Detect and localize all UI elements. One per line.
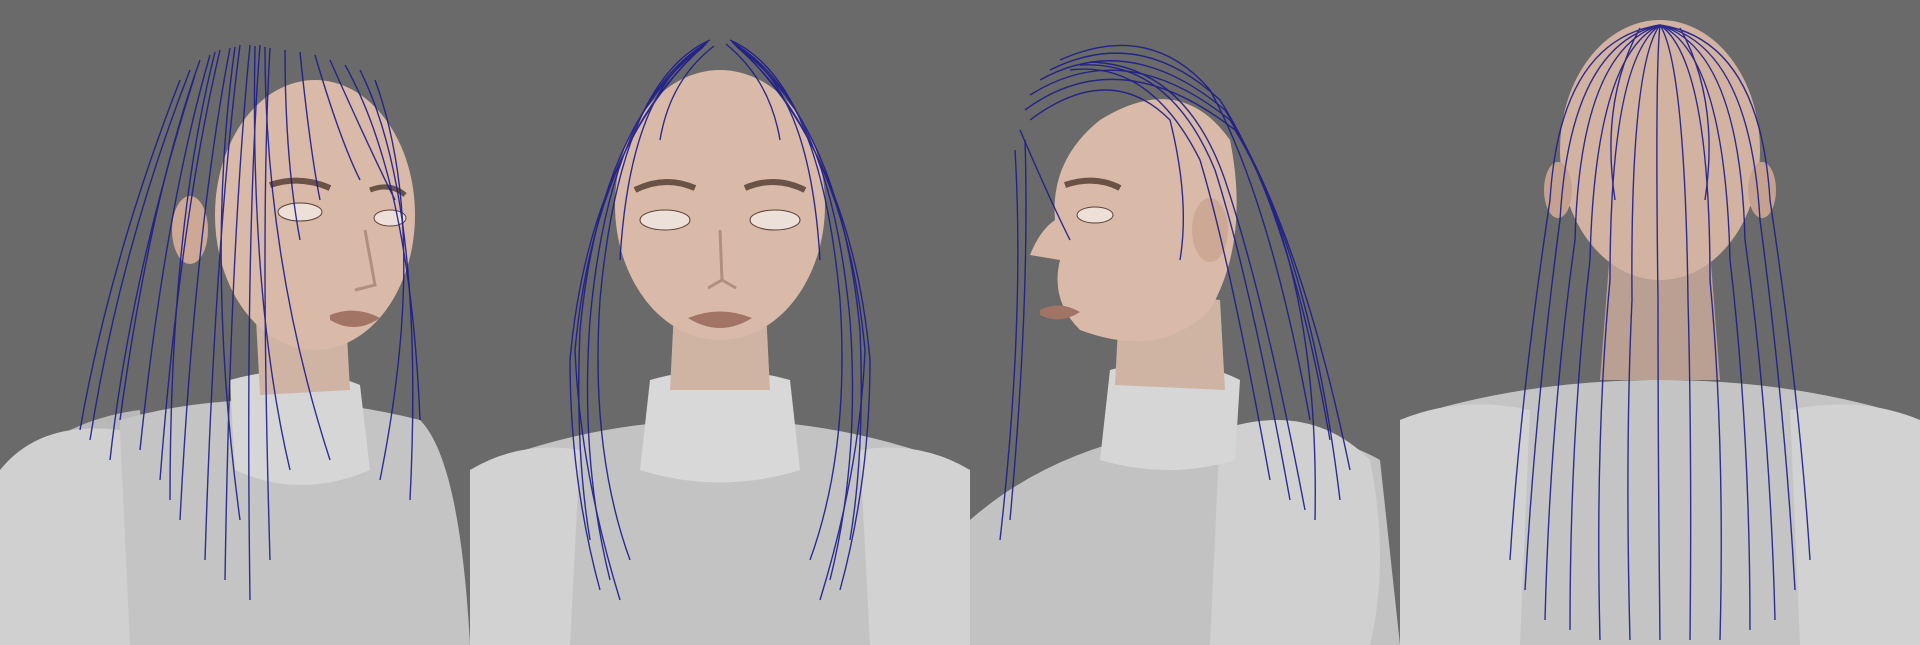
face	[615, 70, 825, 340]
view-panel-back	[1400, 0, 1920, 645]
eye	[749, 209, 801, 231]
eye	[277, 202, 323, 222]
view-panel-front	[470, 0, 970, 645]
eye	[1076, 206, 1114, 224]
back-render	[1400, 20, 1920, 645]
armor-shoulder	[1210, 420, 1380, 645]
front-render	[470, 39, 970, 645]
eye	[639, 209, 691, 231]
render-viewport	[0, 0, 1920, 645]
armor-shoulder	[1790, 404, 1920, 645]
three-quarter-render	[0, 44, 470, 645]
profile-render	[970, 44, 1400, 645]
armor-shoulder	[0, 428, 130, 645]
ear	[1192, 198, 1228, 262]
armor-shoulder	[1400, 404, 1530, 645]
view-panel-profile	[970, 0, 1400, 645]
armor-shoulder	[860, 447, 970, 645]
armor-shoulder	[470, 447, 580, 645]
view-panel-three-quarter	[0, 0, 470, 645]
